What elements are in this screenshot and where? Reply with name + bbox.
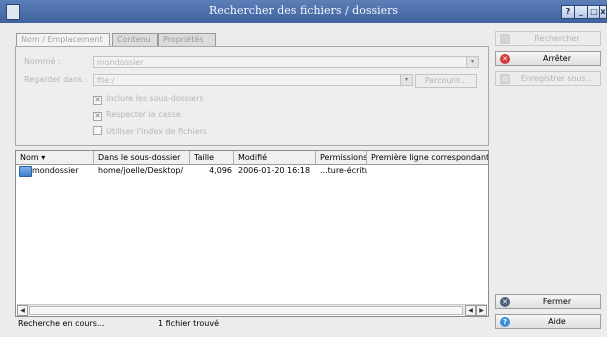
browse-button[interactable]: Parcourir... — [415, 74, 477, 88]
column-header-modified[interactable]: Modifié — [234, 151, 316, 164]
help-button[interactable]: ? Aide — [495, 314, 601, 329]
name-value: mondossier — [97, 58, 144, 67]
cell-size: 4,096 — [209, 166, 232, 175]
look-in-label: Regarder dans : — [24, 75, 88, 84]
use-index-option[interactable]: Utiliser l'index de fichiers — [93, 126, 207, 137]
include-subfolders-option[interactable]: ✕ Inclure les sous-dossiers — [93, 94, 204, 105]
tab-properties[interactable]: Propriétés — [158, 33, 216, 46]
find-files-dialog: Rechercher des fichiers / dossiers ? _ □… — [0, 0, 607, 337]
column-header-name[interactable]: Nom ▾ — [16, 151, 94, 164]
case-sensitive-checkbox[interactable]: ✕ — [93, 112, 102, 121]
close-window-button[interactable]: x — [599, 5, 607, 19]
case-sensitive-label: Respecter la casse — [106, 110, 181, 119]
tab-contents[interactable]: Contenu — [112, 33, 158, 46]
sort-down-icon: ▾ — [41, 153, 46, 162]
name-combobox[interactable]: mondossier ▾ — [93, 56, 479, 68]
search-button[interactable]: ▢ Rechercher — [495, 31, 601, 46]
look-in-combobox[interactable]: file:/ ▾ — [93, 74, 413, 86]
cell-name: mondossier — [32, 166, 79, 175]
chevron-down-icon[interactable]: ▾ — [400, 75, 412, 85]
scroll-left-icon[interactable]: ◀ — [465, 305, 476, 316]
status-text: Recherche en cours... — [18, 319, 105, 328]
search-icon: ▢ — [500, 34, 510, 44]
column-header-first-line[interactable]: Première ligne correspondante — [367, 151, 488, 164]
include-subfolders-label: Inclure les sous-dossiers — [106, 94, 204, 103]
results-header: Nom ▾ Dans le sous-dossier Taille Modifi… — [16, 151, 488, 165]
column-header-subfolder[interactable]: Dans le sous-dossier — [94, 151, 190, 164]
column-header-permissions[interactable]: Permissions — [316, 151, 367, 164]
use-index-checkbox[interactable] — [93, 126, 102, 135]
close-icon: ✕ — [500, 297, 510, 307]
scroll-left-icon[interactable]: ◀ — [17, 305, 28, 316]
column-header-size[interactable]: Taille — [190, 151, 234, 164]
scroll-right-icon[interactable]: ▶ — [476, 305, 487, 316]
save-icon: ▤ — [500, 74, 510, 84]
window-title: Rechercher des fichiers / dossiers — [208, 4, 399, 17]
cell-first-line — [371, 165, 487, 177]
folder-icon — [19, 166, 32, 177]
horizontal-scrollbar[interactable]: ◀ ◀ ▶ — [17, 304, 487, 316]
cell-subfolder: home/joelle/Desktop/ — [98, 166, 184, 175]
stop-icon: ✕ — [500, 54, 510, 64]
help-title-button[interactable]: ? — [561, 5, 575, 19]
include-subfolders-checkbox[interactable]: ✕ — [93, 96, 102, 105]
minimize-button[interactable]: _ — [574, 5, 588, 19]
search-criteria-panel: Nommé : mondossier ▾ Regarder dans : fil… — [15, 46, 489, 146]
use-index-label: Utiliser l'index de fichiers — [106, 127, 208, 136]
help-icon: ? — [500, 317, 510, 327]
cell-modified: 2006-01-20 16:18 — [238, 166, 311, 175]
stop-button[interactable]: ✕ Arrêter — [495, 51, 601, 66]
case-sensitive-option[interactable]: ✕ Respecter la casse — [93, 110, 181, 121]
results-count: 1 fichier trouvé — [158, 319, 219, 328]
look-in-value: file:/ — [97, 76, 115, 85]
scrollbar-thumb[interactable] — [29, 306, 463, 315]
cell-permissions: ...ture-écriture — [320, 166, 367, 175]
table-row[interactable]: mondossier home/joelle/Desktop/ 4,096 20… — [16, 165, 488, 177]
close-button[interactable]: ✕ Fermer — [495, 294, 601, 309]
name-label: Nommé : — [24, 57, 61, 66]
tab-name-location[interactable]: Nom / Emplacement — [16, 33, 110, 47]
results-table[interactable]: Nom ▾ Dans le sous-dossier Taille Modifi… — [15, 150, 489, 317]
title-bar[interactable]: Rechercher des fichiers / dossiers ? _ □… — [0, 0, 607, 23]
chevron-down-icon[interactable]: ▾ — [466, 57, 478, 67]
save-as-button[interactable]: ▤ Enregistrer sous... — [495, 71, 601, 86]
